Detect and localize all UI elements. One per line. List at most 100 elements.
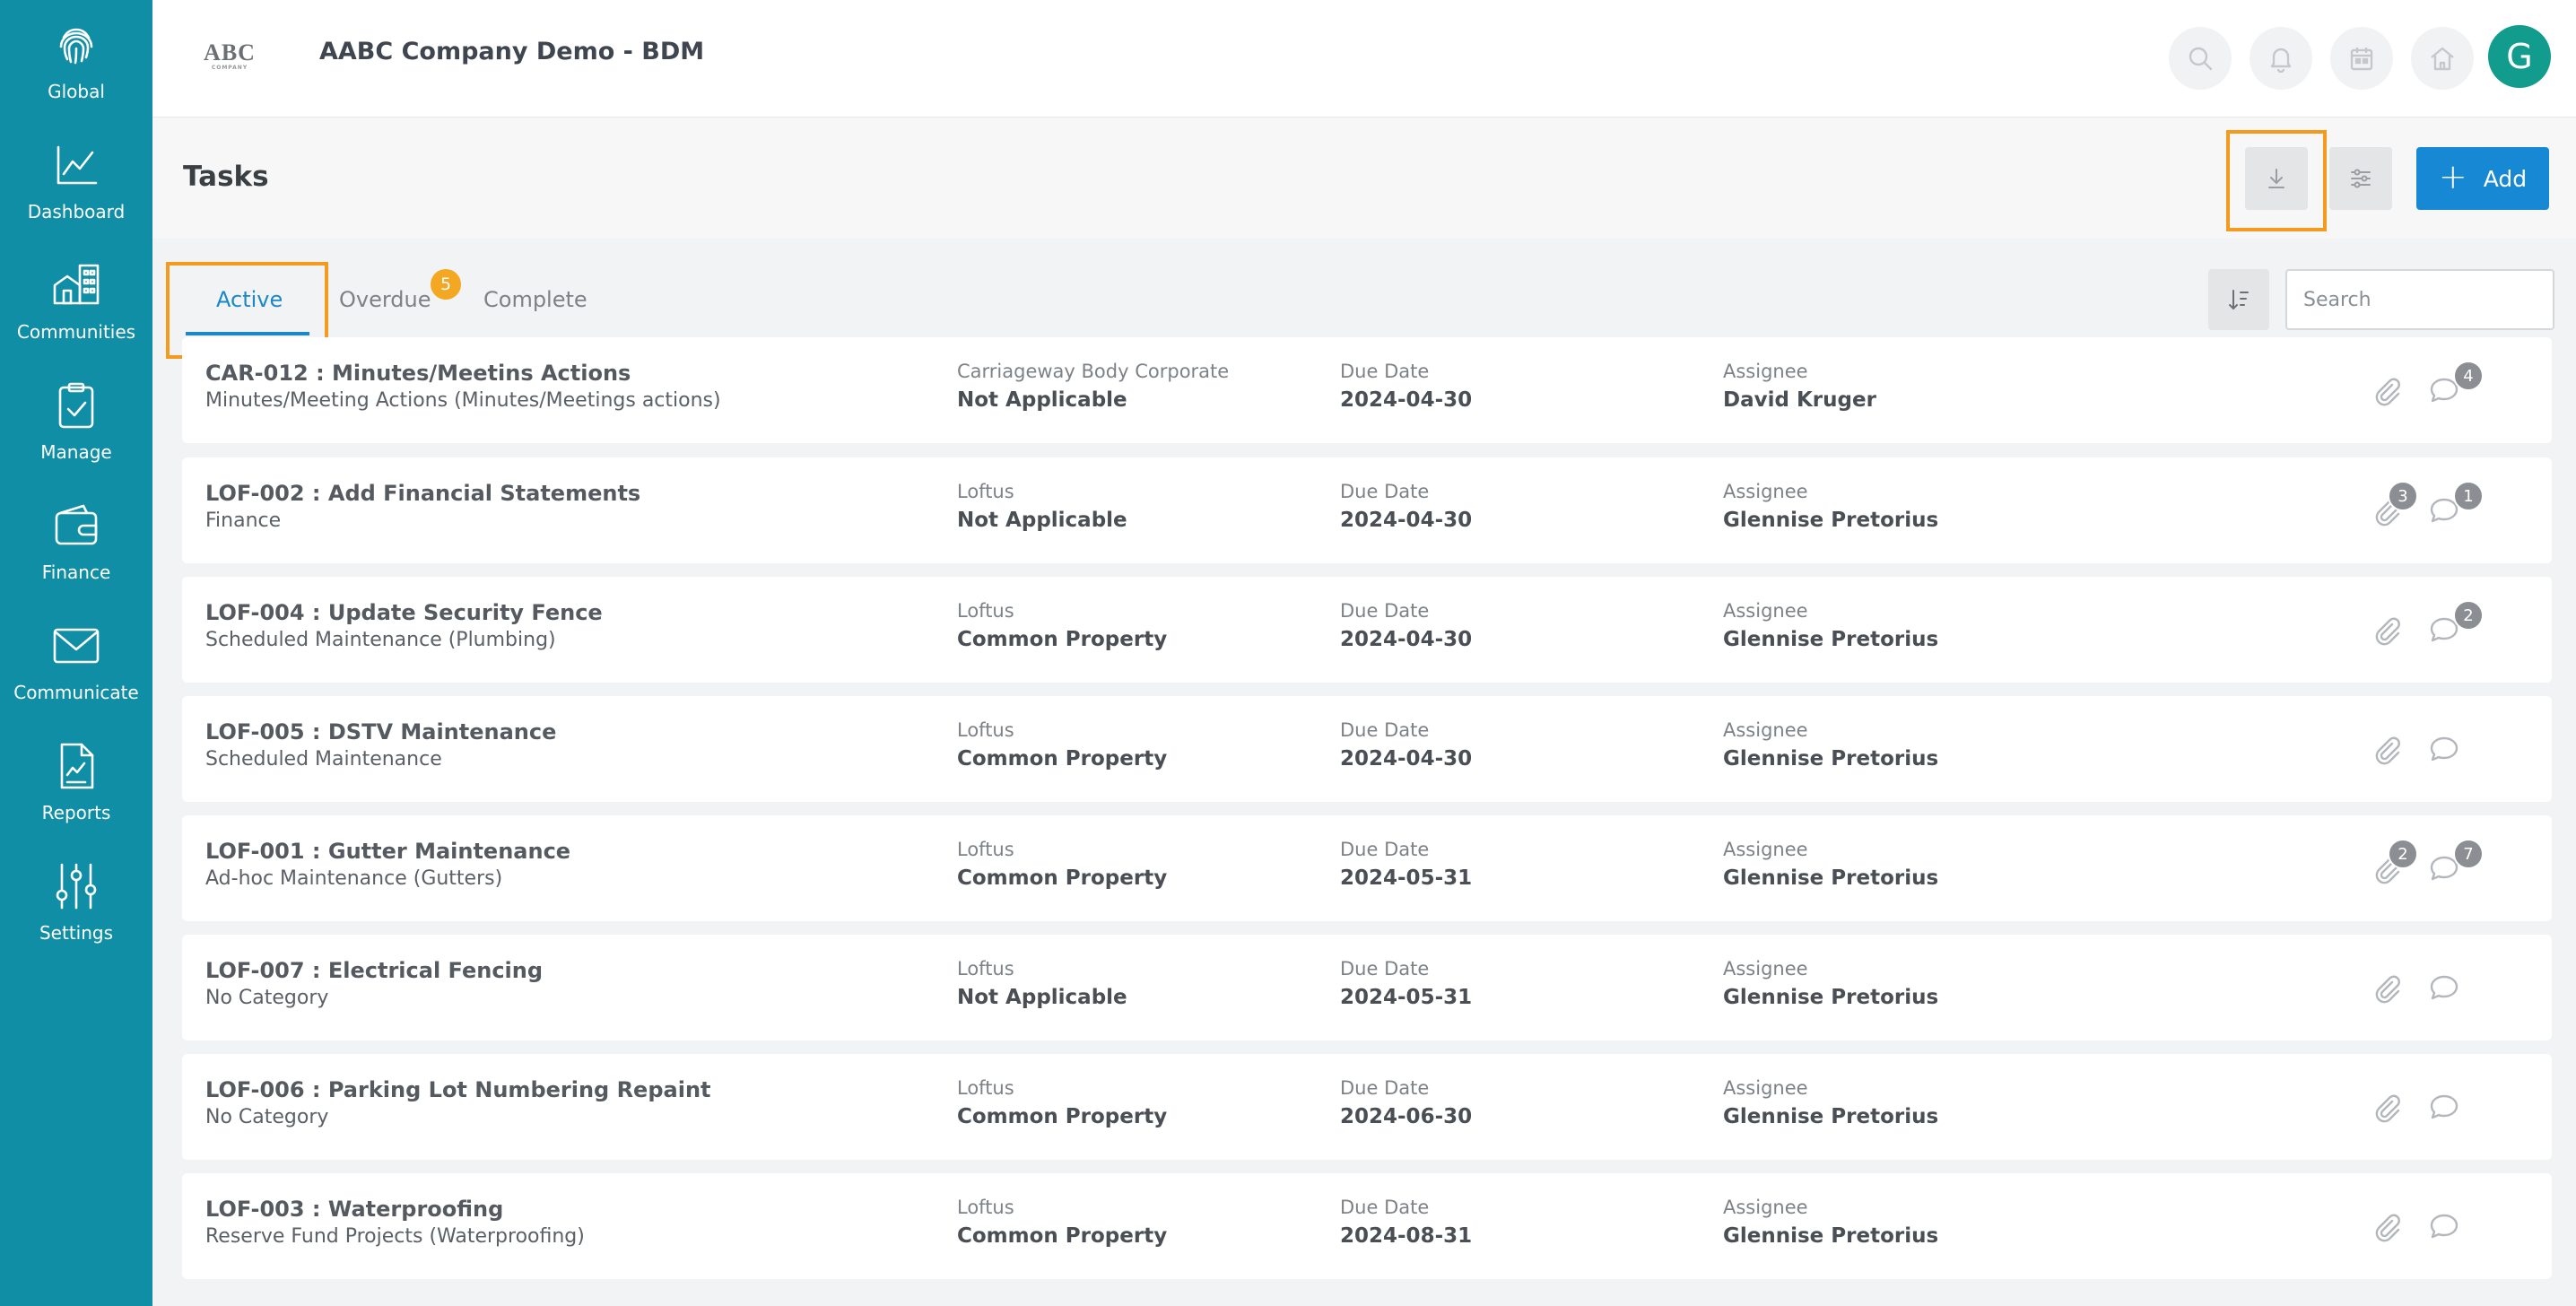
attachment-button[interactable] bbox=[2371, 1091, 2403, 1123]
task-due-date: 2024-04-30 bbox=[1340, 388, 1473, 412]
task-title[interactable]: LOF-004 : Update Security Fence bbox=[205, 600, 603, 625]
task-title[interactable]: LOF-001 : Gutter Maintenance bbox=[205, 839, 570, 864]
task-title[interactable]: LOF-007 : Electrical Fencing bbox=[205, 958, 543, 983]
attachment-button[interactable] bbox=[2371, 614, 2403, 646]
assignee-label: Assignee bbox=[1723, 600, 1808, 622]
task-category: Finance bbox=[205, 509, 282, 532]
task-row[interactable]: LOF-005 : DSTV Maintenance Scheduled Main… bbox=[182, 696, 2552, 802]
task-assignee: Glennise Pretorius bbox=[1723, 1105, 1939, 1128]
task-title[interactable]: LOF-002 : Add Financial Statements bbox=[205, 481, 640, 506]
paperclip-icon bbox=[2375, 736, 2400, 765]
task-community: Loftus bbox=[957, 719, 1014, 741]
task-row[interactable]: LOF-004 : Update Security Fence Scheduled… bbox=[182, 577, 2552, 683]
comment-button[interactable] bbox=[2428, 971, 2460, 1004]
task-row[interactable]: LOF-001 : Gutter Maintenance Ad-hoc Maint… bbox=[182, 815, 2552, 921]
tab-overdue[interactable]: Overdue bbox=[339, 287, 431, 312]
sidebar-item-communicate[interactable]: Communicate bbox=[0, 601, 152, 721]
user-avatar[interactable]: G bbox=[2488, 25, 2551, 88]
filter-settings-button[interactable] bbox=[2329, 147, 2392, 210]
sidebar-item-label: Communicate bbox=[13, 682, 139, 703]
logo-text: ABC bbox=[204, 39, 256, 65]
attachment-button[interactable] bbox=[2371, 374, 2403, 406]
task-row[interactable]: LOF-006 : Parking Lot Numbering Repaint N… bbox=[182, 1054, 2552, 1160]
page-header: Tasks + Add bbox=[152, 118, 2576, 239]
home-button[interactable] bbox=[2411, 27, 2474, 90]
sort-button[interactable] bbox=[2208, 269, 2269, 330]
sidebar-item-label: Finance bbox=[41, 562, 111, 583]
search-button[interactable] bbox=[2169, 27, 2232, 90]
overdue-count-badge: 5 bbox=[431, 269, 461, 300]
task-assignee: Glennise Pretorius bbox=[1723, 866, 1939, 890]
sidebar-item-communities[interactable]: Communities bbox=[0, 240, 152, 361]
add-task-button[interactable]: + Add bbox=[2416, 147, 2549, 210]
task-title[interactable]: LOF-006 : Parking Lot Numbering Repaint bbox=[205, 1077, 711, 1102]
assignee-label: Assignee bbox=[1723, 839, 1808, 860]
tab-active[interactable]: Active bbox=[216, 287, 283, 312]
sidebar: Global Dashboard Communities Manage Fina… bbox=[0, 0, 152, 1306]
task-title[interactable]: LOF-005 : DSTV Maintenance bbox=[205, 719, 556, 744]
tabs-bar: Active Overdue 5 Complete bbox=[152, 239, 2576, 359]
task-row[interactable]: LOF-003 : Waterproofing Reserve Fund Proj… bbox=[182, 1173, 2552, 1279]
sliders-icon bbox=[2351, 169, 2371, 188]
task-community: Loftus bbox=[957, 958, 1014, 980]
task-area: Common Property bbox=[957, 866, 1168, 890]
assignee-label: Assignee bbox=[1723, 719, 1808, 741]
sidebar-item-settings[interactable]: Settings bbox=[0, 841, 152, 962]
due-date-label: Due Date bbox=[1340, 600, 1430, 622]
task-title[interactable]: CAR-012 : Minutes/Meetins Actions bbox=[205, 361, 631, 386]
sidebar-item-dashboard[interactable]: Dashboard bbox=[0, 120, 152, 240]
paperclip-icon bbox=[2375, 1214, 2400, 1242]
calendar-button[interactable] bbox=[2330, 27, 2393, 90]
task-row[interactable]: CAR-012 : Minutes/Meetins Actions Minutes… bbox=[182, 337, 2552, 443]
sidebar-item-reports[interactable]: Reports bbox=[0, 721, 152, 841]
due-date-label: Due Date bbox=[1340, 958, 1430, 980]
comment-button[interactable] bbox=[2428, 1091, 2460, 1123]
task-assignee: Glennise Pretorius bbox=[1723, 747, 1939, 771]
task-due-date: 2024-04-30 bbox=[1340, 747, 1473, 771]
add-label: Add bbox=[2483, 165, 2528, 192]
task-area: Not Applicable bbox=[957, 388, 1127, 412]
assignee-label: Assignee bbox=[1723, 1077, 1808, 1099]
search-input[interactable] bbox=[2285, 269, 2554, 330]
comment-button[interactable] bbox=[2428, 733, 2460, 765]
sidebar-item-finance[interactable]: Finance bbox=[0, 481, 152, 601]
notifications-button[interactable] bbox=[2250, 27, 2312, 90]
task-assignee: Glennise Pretorius bbox=[1723, 509, 1939, 532]
due-date-label: Due Date bbox=[1340, 839, 1430, 860]
task-area: Common Property bbox=[957, 1224, 1168, 1248]
fingerprint-icon bbox=[59, 28, 93, 65]
task-community: Loftus bbox=[957, 839, 1014, 860]
sidebar-item-global[interactable]: Global bbox=[0, 0, 152, 120]
task-area: Not Applicable bbox=[957, 509, 1127, 532]
task-community: Loftus bbox=[957, 600, 1014, 622]
company-logo: ABC COMPANY bbox=[203, 39, 257, 72]
comment-count-badge: 4 bbox=[2453, 361, 2484, 391]
comment-button[interactable] bbox=[2428, 1210, 2460, 1242]
attachment-button[interactable] bbox=[2371, 733, 2403, 765]
task-area: Common Property bbox=[957, 747, 1168, 771]
sidebar-item-manage[interactable]: Manage bbox=[0, 361, 152, 481]
search-icon bbox=[2189, 47, 2213, 71]
sidebar-item-label: Global bbox=[48, 81, 105, 102]
task-assignee: Glennise Pretorius bbox=[1723, 628, 1939, 651]
comment-count-badge: 2 bbox=[2453, 600, 2484, 631]
download-button[interactable] bbox=[2245, 147, 2308, 210]
attachment-button[interactable] bbox=[2371, 1210, 2403, 1242]
sort-icon bbox=[2229, 290, 2249, 310]
task-row[interactable]: LOF-002 : Add Financial Statements Financ… bbox=[182, 457, 2552, 563]
logo-subtext: COMPANY bbox=[211, 65, 248, 71]
attachment-count-badge: 2 bbox=[2388, 839, 2418, 869]
task-row[interactable]: LOF-007 : Electrical Fencing No Category L… bbox=[182, 935, 2552, 1040]
assignee-label: Assignee bbox=[1723, 481, 1808, 502]
comment-count-badge: 7 bbox=[2453, 839, 2484, 869]
sidebar-item-label: Manage bbox=[40, 441, 112, 463]
task-assignee: David Kruger bbox=[1723, 388, 1876, 412]
attachment-button[interactable] bbox=[2371, 971, 2403, 1004]
task-community: Loftus bbox=[957, 1197, 1014, 1218]
page-title: Tasks bbox=[183, 161, 269, 193]
task-category: No Category bbox=[205, 1106, 329, 1128]
plus-icon: + bbox=[2438, 157, 2467, 196]
tab-complete[interactable]: Complete bbox=[483, 287, 587, 312]
task-area: Common Property bbox=[957, 1105, 1168, 1128]
task-title[interactable]: LOF-003 : Waterproofing bbox=[205, 1197, 503, 1222]
